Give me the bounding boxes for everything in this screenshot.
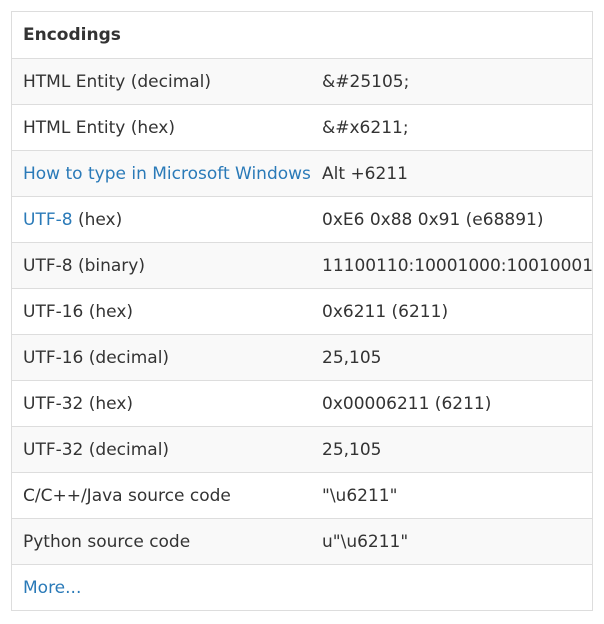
row-label: UTF-16 (hex): [23, 301, 134, 322]
row-label: UTF-32 (hex): [23, 393, 134, 414]
row-value: 25,105: [322, 439, 382, 460]
row-value: u"\u6211": [322, 531, 409, 552]
row-value: 11100110:10001000:10010001: [322, 255, 592, 276]
row-value: "\u6211": [322, 485, 398, 506]
row-label: How to type in Microsoft Windows: [12, 164, 322, 184]
row-label: HTML Entity (decimal): [23, 71, 212, 92]
alt-code-text: +6211: [350, 163, 408, 184]
row-label: UTF-32 (decimal): [23, 439, 170, 460]
row-label: UTF-8 (hex): [12, 210, 322, 230]
table-row: UTF-16 (hex) 0x6211 (6211): [12, 288, 592, 334]
table-row: C/C++/Java source code "\u6211": [12, 472, 592, 518]
row-value: 25,105: [322, 347, 382, 368]
row-value: &#x6211;: [322, 117, 409, 138]
more-link[interactable]: More...: [23, 578, 81, 598]
alt-key-text: Alt: [322, 163, 346, 184]
row-value: 0xE6 0x88 0x91 (e68891): [322, 209, 544, 230]
table-row: How to type in Microsoft Windows Alt +62…: [12, 150, 592, 196]
table-title: Encodings: [23, 25, 121, 45]
table-row: Python source code u"\u6211": [12, 518, 592, 564]
row-label: HTML Entity (hex): [23, 117, 176, 138]
utf8-link[interactable]: UTF-8: [23, 210, 73, 230]
row-label: UTF-8 (binary): [23, 255, 145, 276]
table-row-more: More...: [12, 564, 592, 610]
table-row: HTML Entity (decimal) &#25105;: [12, 58, 592, 104]
table-row: HTML Entity (hex) &#x6211;: [12, 104, 592, 150]
encodings-table: Encodings HTML Entity (decimal) &#25105;…: [11, 11, 593, 611]
row-value: 0x6211 (6211): [322, 301, 449, 322]
table-row: UTF-8 (binary) 11100110:10001000:1001000…: [12, 242, 592, 288]
table-row: UTF-16 (decimal) 25,105: [12, 334, 592, 380]
table-row: UTF-8 (hex) 0xE6 0x88 0x91 (e68891): [12, 196, 592, 242]
table-header-row: Encodings: [12, 12, 592, 58]
row-label: UTF-16 (decimal): [23, 347, 170, 368]
table-row: UTF-32 (decimal) 25,105: [12, 426, 592, 472]
windows-typing-link[interactable]: How to type in Microsoft Windows: [23, 164, 311, 184]
row-label: C/C++/Java source code: [23, 485, 231, 506]
row-label-suffix: (hex): [72, 209, 123, 230]
row-label: More...: [12, 578, 322, 598]
row-value: Alt +6211: [322, 164, 592, 184]
row-value: &#25105;: [322, 71, 410, 92]
table-row: UTF-32 (hex) 0x00006211 (6211): [12, 380, 592, 426]
row-label: Python source code: [23, 531, 191, 552]
row-value: 0x00006211 (6211): [322, 393, 492, 414]
